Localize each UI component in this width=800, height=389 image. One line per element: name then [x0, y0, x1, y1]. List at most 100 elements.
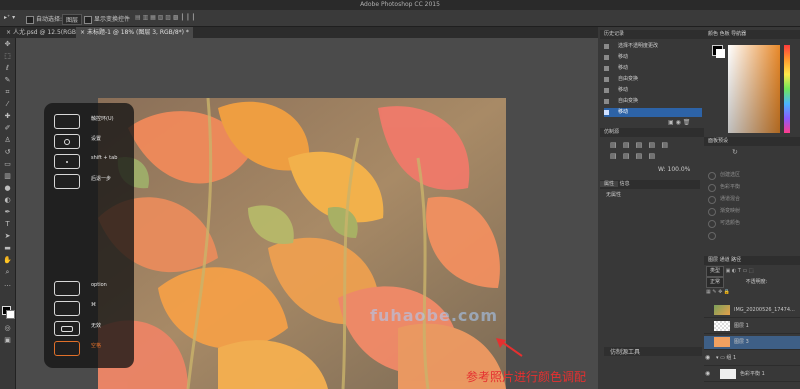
auto-select-checkbox[interactable]: 自动选择: [26, 14, 62, 24]
history-item[interactable]: 移动 [604, 86, 702, 95]
properties-header: 属性 信息 [600, 180, 700, 189]
adjustment-icon [708, 184, 716, 192]
layer-blend-row[interactable]: 正常 不透明度: [706, 277, 767, 288]
pen-tool-icon[interactable]: ✒ [3, 208, 12, 217]
history-item-icon [604, 88, 609, 93]
adjustment-item[interactable]: 通道混合 [708, 195, 740, 204]
layer-name: IMG_20200526_17474... [734, 307, 795, 313]
pill-icon [61, 325, 73, 332]
space-label: 空格 [91, 343, 102, 349]
adjustment-label: 可选颜色 [720, 220, 741, 226]
layer-row-selected[interactable]: 图层 3 [704, 336, 800, 350]
history-item[interactable]: 移动 [604, 64, 702, 73]
history-item-icon [604, 44, 609, 49]
option-button[interactable] [54, 281, 80, 296]
command-label: ⌘ [91, 302, 96, 308]
invalid-button[interactable] [54, 321, 80, 336]
history-actions[interactable]: ▣ ◉ 🗑 [668, 119, 702, 126]
lasso-tool-icon[interactable]: ℓ [3, 64, 12, 73]
zoom-readout: W: 100.0% [658, 166, 691, 173]
history-item[interactable]: 自由变换 [604, 97, 702, 106]
shift-tab-label: shift + tab [91, 155, 118, 161]
more-tools-icon[interactable]: … [3, 280, 12, 289]
checkbox-icon [26, 15, 34, 24]
tab-info[interactable]: 信息 [620, 181, 630, 187]
settings-button[interactable] [54, 134, 80, 149]
screen-mode-icon[interactable]: ▣ [3, 336, 12, 345]
brush-tool-icon[interactable]: ✐ [3, 124, 12, 133]
eyedropper-tool-icon[interactable]: ⁄ [3, 100, 12, 109]
document-tabs: × 人尤.psd @ 12.5(RGB/8*) * × 未标题-1 @ 18% … [0, 27, 598, 38]
history-item[interactable]: 自由变换 [604, 75, 702, 84]
gradient-tool-icon[interactable]: ▥ [3, 172, 12, 181]
quick-select-tool-icon[interactable]: ✎ [3, 76, 12, 85]
history-item[interactable]: 移动 [604, 53, 702, 62]
layer-row[interactable]: ◉ 色彩平衡 1 [704, 368, 800, 382]
tab-document-2[interactable]: × 未标题-1 @ 18% (图层 3, RGB/8*) * [76, 27, 193, 38]
adjustment-item[interactable]: 渐变映射 [708, 207, 740, 216]
background-color-swatch[interactable] [6, 310, 15, 319]
auto-select-dropdown[interactable]: 图层 [62, 14, 83, 25]
path-select-icon[interactable]: ➤ [3, 232, 12, 241]
refresh-icon[interactable]: ↻ [732, 148, 738, 156]
color-field[interactable] [728, 45, 780, 133]
hand-tool-icon[interactable]: ✋ [3, 256, 12, 265]
layer-thumbnail [714, 304, 730, 315]
clone-source-buttons-2[interactable]: ▤ ▤ ▤ ▤ [610, 152, 657, 160]
tab-properties[interactable]: 属性 [600, 181, 619, 187]
stamp-tool-icon[interactable]: ♙ [3, 136, 12, 145]
align-icons[interactable]: ▤ ▥ ▦ ▧ ▨ ▩ ┃ ┃ ┃ [135, 14, 195, 21]
command-button[interactable] [54, 301, 80, 316]
blur-tool-icon[interactable]: ● [3, 184, 12, 193]
clone-source-buttons[interactable]: ▤ ▤ ▤ ▤ ▤ [610, 141, 670, 149]
quick-mask-icon[interactable]: ◎ [3, 324, 12, 333]
layer-row[interactable]: IMG_20200526_17474... [704, 304, 800, 318]
eye-icon[interactable]: ◉ [705, 355, 710, 361]
move-tool-preset[interactable]: ▸⁺ ▾ [4, 14, 15, 21]
no-properties-label: 无属性 [606, 192, 622, 198]
step-back-label: 后退一步 [91, 176, 112, 182]
color-background[interactable] [716, 49, 725, 58]
touch-ring-label: 触控环(U) [91, 116, 114, 122]
healing-tool-icon[interactable]: ✚ [3, 112, 12, 121]
layer-lock-row[interactable]: ▦ ✎ ✥ 🔒 [706, 288, 730, 297]
auto-select-label: 自动选择: [36, 16, 63, 23]
adjustment-label: 创建选区 [720, 172, 741, 178]
touch-ring-button[interactable] [54, 114, 80, 129]
history-item-label: 移动 [618, 109, 629, 115]
layer-filter[interactable]: 类型 ▣ ◐ T ▭ ⬚ [706, 266, 754, 277]
show-transform-checkbox[interactable]: 显示变换控件 [84, 14, 130, 24]
layer-thumbnail [714, 320, 730, 331]
hue-slider[interactable] [784, 45, 790, 133]
history-item[interactable]: 选择不透明度更改 [604, 42, 702, 51]
space-button[interactable] [54, 341, 80, 356]
adjustment-item[interactable]: 可选颜色 [708, 219, 740, 228]
marquee-tool-icon[interactable]: ⬚ [3, 52, 12, 61]
shape-tool-icon[interactable]: ▬ [3, 244, 12, 253]
history-brush-icon[interactable]: ↺ [3, 148, 12, 157]
title-bar: Adobe Photoshop CC 2015 [0, 0, 800, 10]
adjustment-item[interactable]: 创建选区 [708, 171, 740, 180]
type-tool-icon[interactable]: T [3, 220, 12, 229]
dodge-tool-icon[interactable]: ◐ [3, 196, 12, 205]
zoom-tool-icon[interactable]: ⌕ [3, 268, 12, 277]
eye-icon[interactable]: ◉ [705, 371, 710, 377]
layer-row[interactable]: 图层 1 [704, 320, 800, 334]
crop-tool-icon[interactable]: ⌗ [3, 88, 12, 97]
layer-group-row[interactable]: ◉ ▾ ▭ 组 1 [704, 352, 800, 366]
layer-kind-dropdown[interactable]: 类型 [706, 266, 725, 277]
history-item-label: 选择不透明度更改 [618, 43, 659, 49]
eraser-tool-icon[interactable]: ▭ [3, 160, 12, 169]
shift-tab-button[interactable] [54, 154, 80, 169]
layer-thumbnail [714, 336, 730, 347]
option-label: option [91, 282, 107, 288]
history-item-icon [604, 66, 609, 71]
step-back-button[interactable] [54, 174, 80, 189]
adjustment-item[interactable]: 色彩平衡 [708, 183, 740, 192]
dot-icon [66, 160, 68, 163]
leaf-photo[interactable] [98, 98, 506, 389]
blend-mode-dropdown[interactable]: 正常 [706, 277, 725, 288]
move-tool-icon[interactable]: ✥ [3, 40, 12, 49]
layers-panel-header: 图层 通道 路径 [704, 256, 800, 265]
history-item-selected[interactable]: 移动 [604, 108, 702, 117]
